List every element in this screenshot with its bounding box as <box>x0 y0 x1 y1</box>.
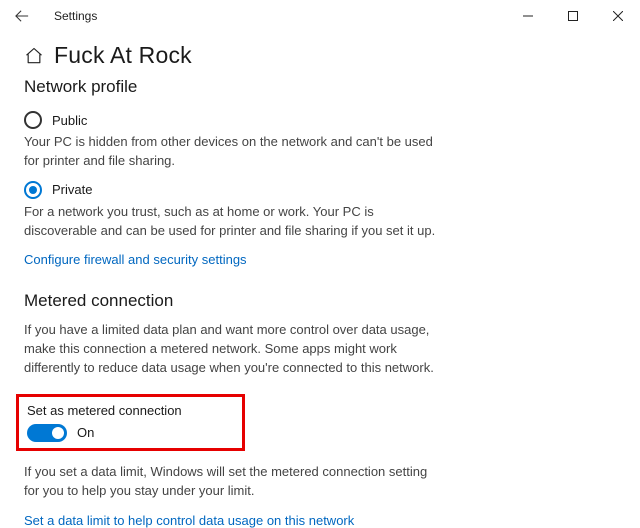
minimize-icon <box>523 11 533 21</box>
titlebar: Settings <box>0 0 640 32</box>
private-description: For a network you trust, such as at home… <box>24 203 444 241</box>
home-icon <box>24 46 44 66</box>
toggle-knob-icon <box>52 427 64 439</box>
network-profile-heading: Network profile <box>24 77 616 97</box>
radio-public[interactable]: Public <box>24 111 616 129</box>
content-area: Fuck At Rock Network profile Public Your… <box>0 32 640 528</box>
minimize-button[interactable] <box>505 0 550 32</box>
page-header: Fuck At Rock <box>24 42 616 69</box>
metered-heading: Metered connection <box>24 291 616 311</box>
radio-private-input[interactable] <box>24 181 42 199</box>
metered-description: If you have a limited data plan and want… <box>24 321 444 378</box>
radio-public-input[interactable] <box>24 111 42 129</box>
data-limit-link[interactable]: Set a data limit to help control data us… <box>24 513 354 528</box>
arrow-left-icon <box>15 9 29 23</box>
page-title: Fuck At Rock <box>54 42 192 69</box>
close-button[interactable] <box>595 0 640 32</box>
window-controls <box>505 0 640 32</box>
maximize-icon <box>568 11 578 21</box>
metered-toggle-state: On <box>77 425 94 440</box>
maximize-button[interactable] <box>550 0 595 32</box>
window-title: Settings <box>54 9 97 23</box>
metered-toggle-label: Set as metered connection <box>27 403 182 418</box>
metered-toggle[interactable] <box>27 424 67 442</box>
public-description: Your PC is hidden from other devices on … <box>24 133 444 171</box>
radio-private[interactable]: Private <box>24 181 616 199</box>
data-limit-description: If you set a data limit, Windows will se… <box>24 463 444 501</box>
back-button[interactable] <box>8 2 36 30</box>
metered-toggle-row: On <box>27 424 182 442</box>
close-icon <box>613 11 623 21</box>
radio-private-label: Private <box>52 182 92 197</box>
firewall-link[interactable]: Configure firewall and security settings <box>24 252 247 267</box>
metered-toggle-highlight: Set as metered connection On <box>16 394 245 451</box>
radio-public-label: Public <box>52 113 87 128</box>
